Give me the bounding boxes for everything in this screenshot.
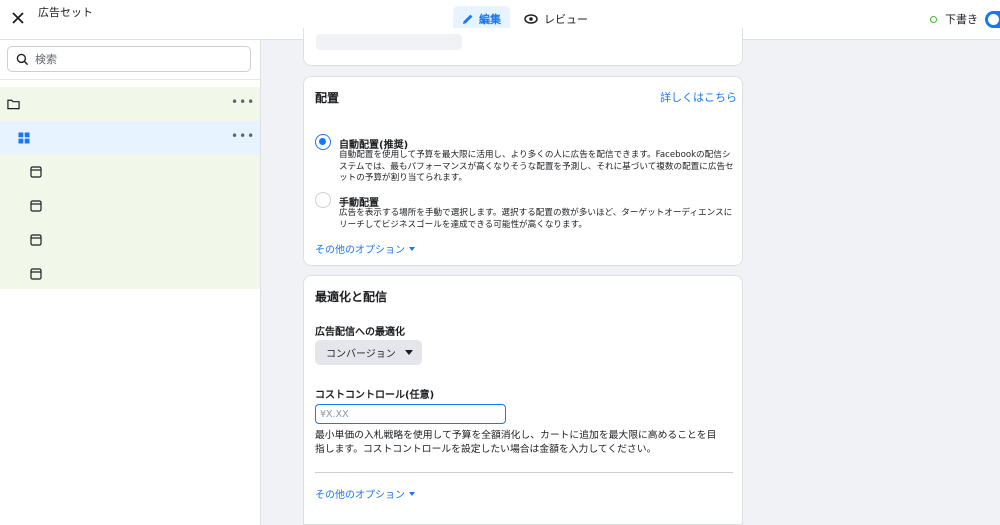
draft-status: 下書き <box>930 11 978 27</box>
sidebar: ••• ••• <box>0 40 261 525</box>
publish-toggle[interactable] <box>985 11 1000 28</box>
eye-icon <box>524 14 538 24</box>
ad-icon <box>30 166 42 178</box>
search-box <box>7 46 251 72</box>
learn-more-link[interactable]: 詳しくはこちら <box>660 89 737 105</box>
tree-item-campaign[interactable]: ••• <box>0 87 260 121</box>
tree-item-adset[interactable]: ••• <box>0 121 260 155</box>
status-label: 下書き <box>945 13 978 26</box>
tree-item-ad[interactable] <box>0 189 260 223</box>
tree-item-ad[interactable] <box>0 223 260 257</box>
placement-more-options-link[interactable]: その他のオプション <box>315 241 415 256</box>
ad-icon <box>30 234 42 246</box>
page-title: 広告セット <box>38 6 93 19</box>
search-input[interactable] <box>35 52 235 66</box>
ad-icon <box>30 200 42 212</box>
automatic-placement-title: 自動配置(推奨) <box>339 140 409 151</box>
tree-item-ad[interactable] <box>0 257 260 291</box>
caret-down-icon <box>409 491 415 496</box>
search-icon <box>16 53 29 65</box>
cost-control-label: コストコントロール(任意) <box>315 390 435 401</box>
previous-section-card <box>303 28 743 66</box>
optimization-card: 最適化と配信 広告配信への最適化 コンバージョン コストコントロール(任意) 最… <box>303 275 743 525</box>
caret-down-icon <box>404 350 413 355</box>
close-icon[interactable] <box>10 10 26 26</box>
cost-control-help: 最小単価の入札戦略を使用して予算を全額消化し、カートに追加を最大限に高めることを… <box>315 430 717 455</box>
caret-down-icon <box>409 246 415 251</box>
delivery-label: 広告配信への最適化 <box>315 327 405 338</box>
folder-icon <box>7 99 20 110</box>
delivery-dropdown[interactable]: コンバージョン <box>315 340 422 365</box>
optimization-more-options-link[interactable]: その他のオプション <box>315 486 415 501</box>
divider <box>315 472 733 473</box>
more-options-label: その他のオプション <box>315 245 405 256</box>
tab-review-label: レビュー <box>544 13 588 26</box>
campaign-tree: ••• ••• <box>0 87 260 289</box>
more-options-label: その他のオプション <box>315 490 405 501</box>
pencil-icon <box>463 14 473 24</box>
tab-edit-label: 編集 <box>479 13 501 26</box>
automatic-placement-radio[interactable] <box>315 134 331 150</box>
manual-placement-radio[interactable] <box>315 192 331 208</box>
more-options-icon[interactable]: ••• <box>231 130 255 142</box>
more-options-icon[interactable]: ••• <box>231 96 255 108</box>
sidebar-divider <box>0 79 260 80</box>
delivery-value: コンバージョン <box>326 349 396 360</box>
tree-item-ad[interactable] <box>0 155 260 189</box>
status-dot-icon <box>930 15 937 23</box>
manual-placement-desc: 広告を表示する場所を手動で選択します。選択する配置の数が多いほど、ターゲットオー… <box>339 208 733 230</box>
previous-section-field <box>316 34 462 50</box>
optimization-title: 最適化と配信 <box>315 290 388 304</box>
automatic-placement-desc: 自動配置を使用して予算を最大限に活用し、より多くの人に広告を配信できます。Fac… <box>339 150 734 183</box>
grid-icon <box>18 132 30 144</box>
cost-control-input[interactable] <box>315 404 506 424</box>
placement-title: 配置 <box>315 91 340 105</box>
placement-card: 配置 詳しくはこちら 自動配置(推奨) 自動配置を使用して予算を最大限に活用し、… <box>303 76 743 266</box>
ad-icon <box>30 268 42 280</box>
manual-placement-title: 手動配置 <box>339 198 379 209</box>
